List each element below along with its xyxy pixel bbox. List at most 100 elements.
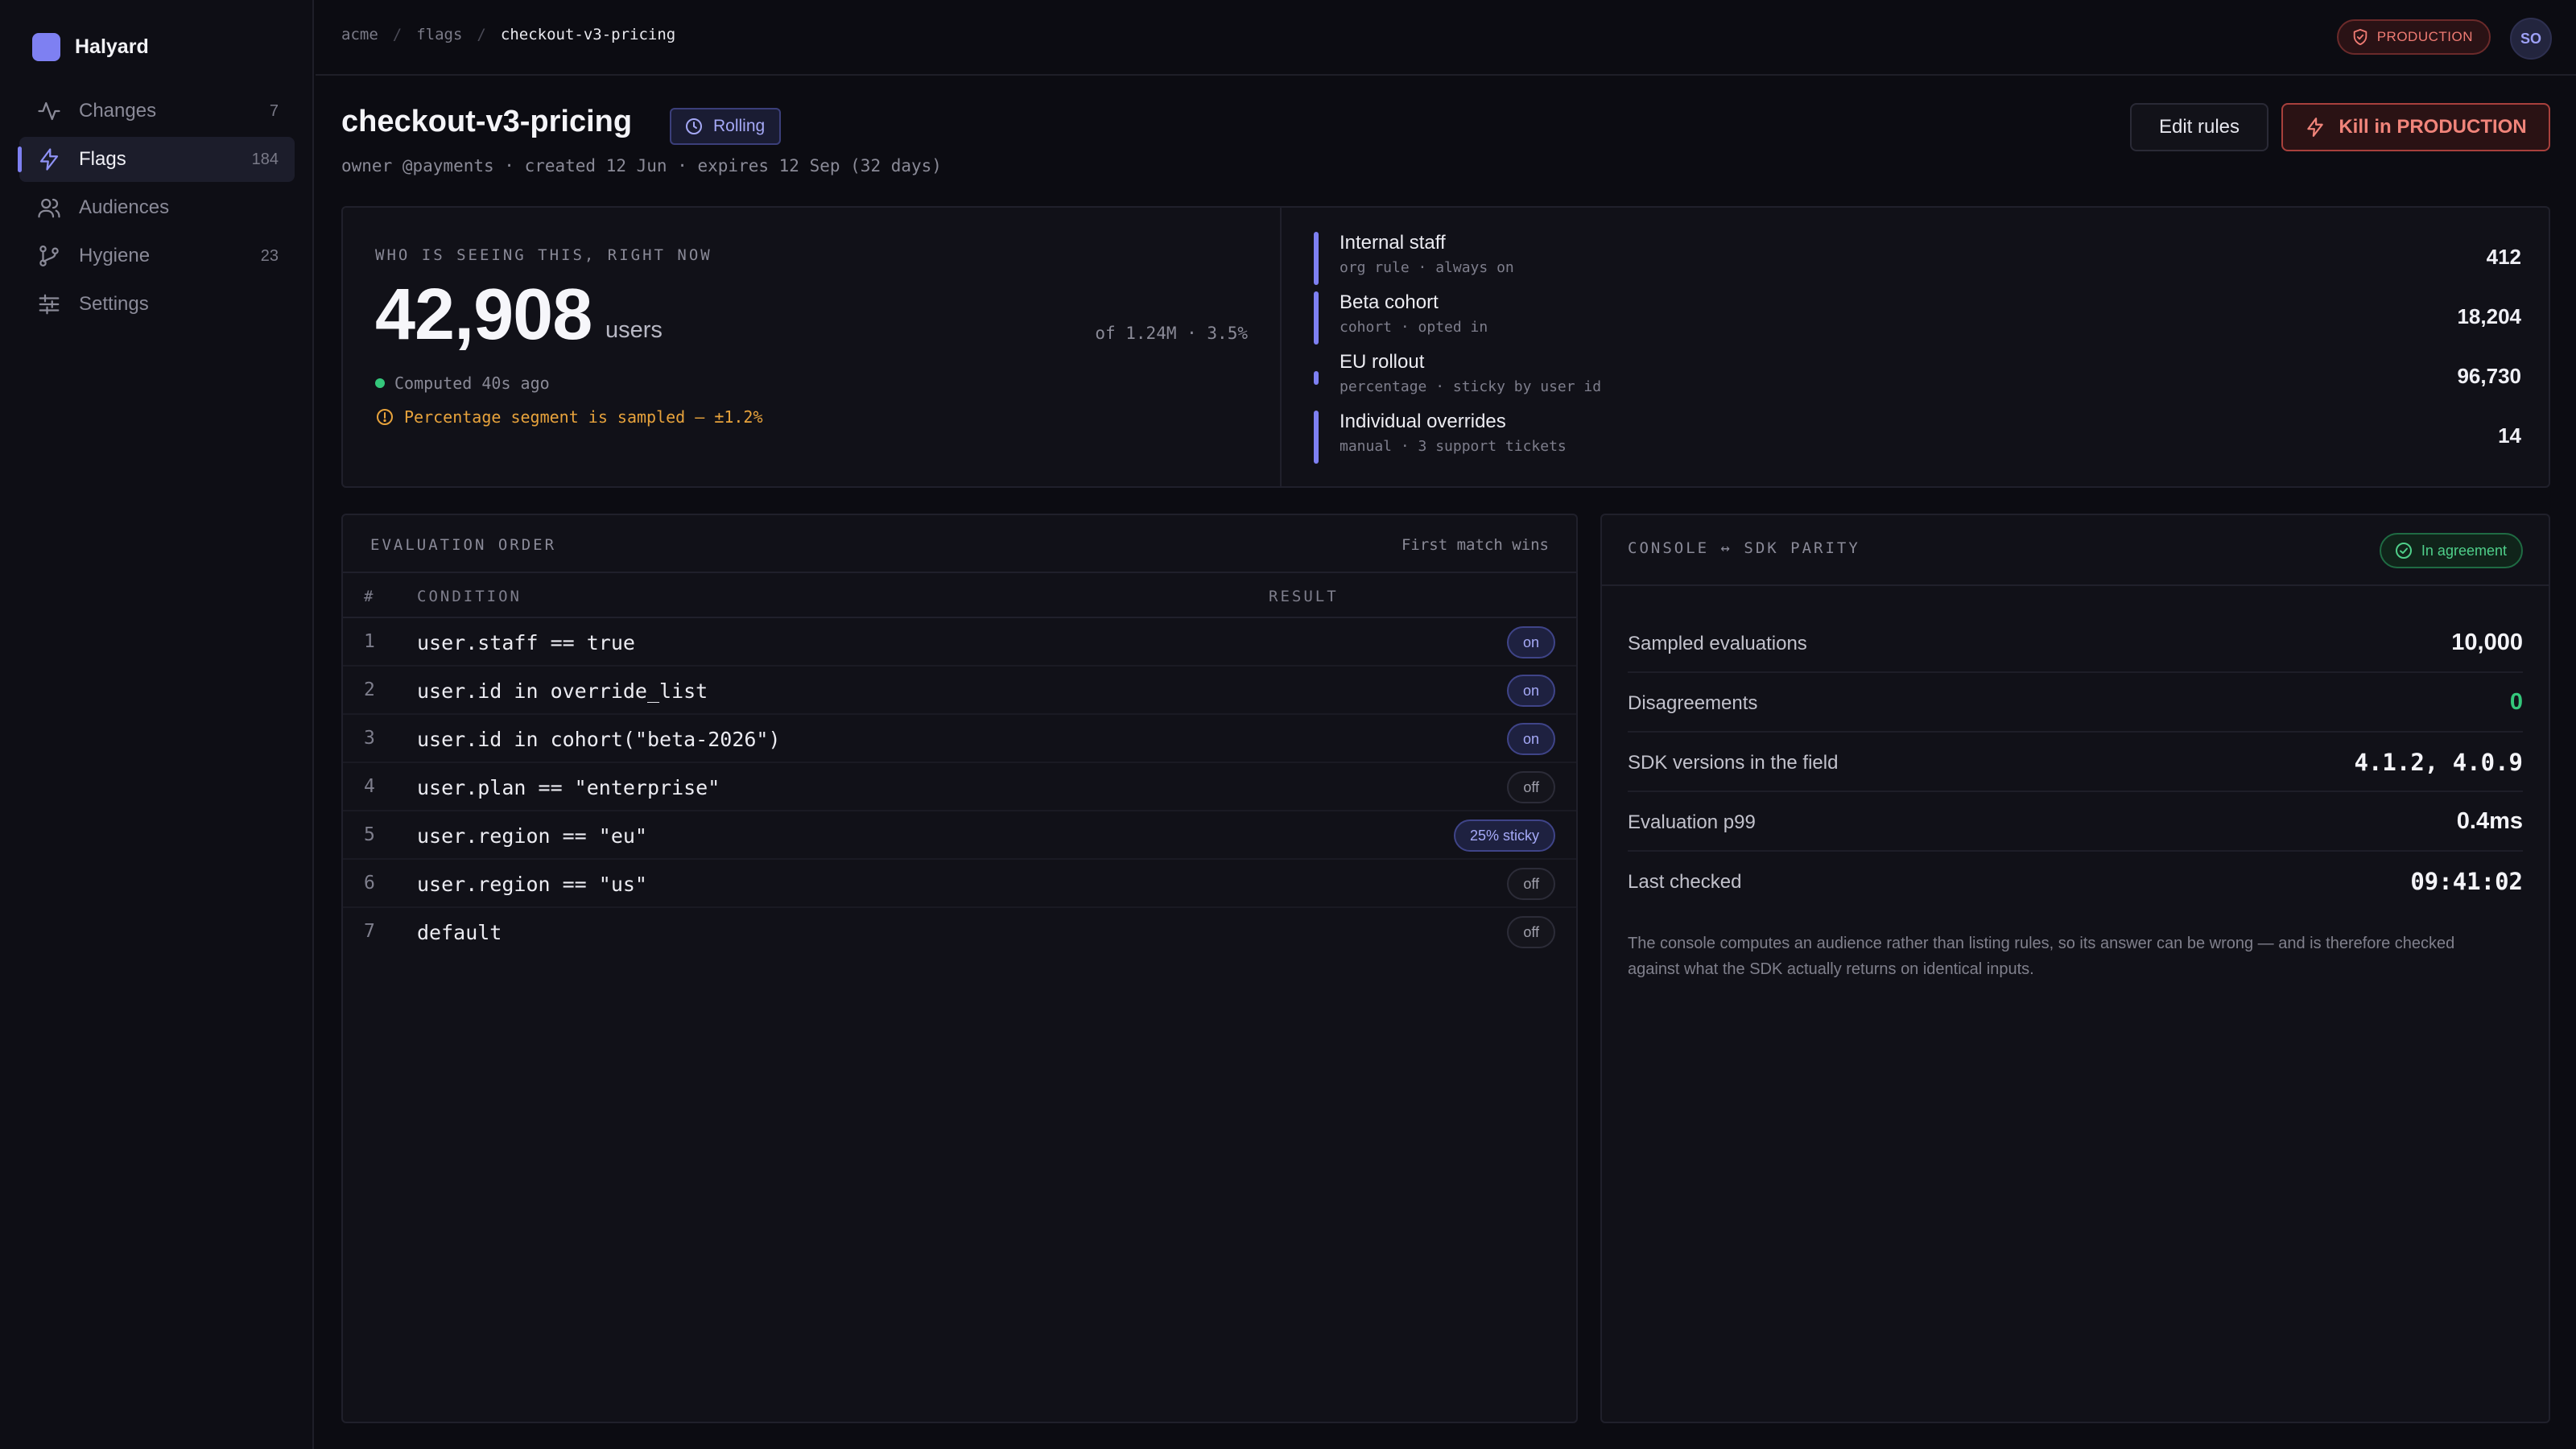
column-header-condition: CONDITION — [417, 588, 522, 605]
stat-row: SDK versions in the field 4.1.2, 4.0.9 — [1628, 733, 2523, 792]
result-pill: off — [1507, 771, 1555, 803]
sidebar-item-count: 184 — [251, 150, 279, 168]
audience-summary: WHO IS SEEING THIS, RIGHT NOW 42,908 use… — [343, 208, 1282, 486]
rule-condition: user.plan == "enterprise" — [417, 776, 720, 799]
audience-of-total: of 1.24M · 3.5% — [1095, 324, 1248, 343]
live-dot-icon — [375, 378, 385, 388]
breadcrumb-separator: / — [392, 26, 402, 43]
segment-bar — [1314, 232, 1319, 285]
result-pill: 25% sticky — [1453, 819, 1555, 852]
brand-name: Halyard — [75, 35, 149, 58]
breadcrumb-item-flags[interactable]: flags — [416, 26, 462, 43]
parity-status-label: In agreement — [2421, 542, 2507, 559]
sidebar-item-label: Flags — [79, 148, 126, 170]
brand[interactable]: Halyard — [32, 32, 149, 61]
rule-condition: user.id in override_list — [417, 679, 708, 703]
evaluation-note: First match wins — [1401, 536, 1549, 554]
audience-count: 42,908 — [375, 275, 592, 355]
stat-value: 10,000 — [2451, 630, 2523, 655]
lightning-icon — [2307, 118, 2324, 137]
table-row[interactable]: 3 user.id in cohort("beta-2026") on — [343, 715, 1576, 763]
result-pill: on — [1506, 626, 1555, 658]
rule-condition: user.staff == true — [417, 631, 635, 654]
audience-card: WHO IS SEEING THIS, RIGHT NOW 42,908 use… — [341, 206, 2550, 488]
segment-bar — [1314, 371, 1319, 385]
column-header-result: RESULT — [1269, 588, 1339, 605]
table-row[interactable]: 7 default off — [343, 908, 1576, 956]
stat-label: Disagreements — [1628, 692, 1758, 714]
sidebar-item-flags[interactable]: Flags 184 — [18, 137, 295, 182]
stat-label: SDK versions in the field — [1628, 752, 1839, 774]
segment-row[interactable]: Beta cohort cohort · opted in 18,204 — [1314, 288, 2521, 348]
evaluation-header: EVALUATION ORDER First match wins — [343, 515, 1576, 573]
breadcrumb-separator: / — [477, 26, 486, 43]
table-row[interactable]: 4 user.plan == "enterprise" off — [343, 763, 1576, 811]
table-row[interactable]: 1 user.staff == true on — [343, 618, 1576, 667]
shield-icon — [2353, 28, 2367, 46]
sidebar-item-changes[interactable]: Changes 7 — [19, 89, 295, 134]
sidebar-item-audiences[interactable]: Audiences — [19, 185, 295, 230]
sidebar-item-label: Settings — [79, 293, 149, 315]
users-icon — [35, 194, 63, 221]
column-header-number: # — [364, 588, 376, 605]
status-badge: Rolling — [670, 108, 782, 145]
sidebar-nav: Changes 7 Flags 184 Audiences Hygiene 23 — [18, 89, 295, 330]
segment-detail: cohort · opted in — [1340, 319, 1488, 336]
result-pill: off — [1507, 916, 1555, 948]
avatar[interactable]: SO — [2510, 18, 2552, 60]
parity-kicker: CONSOLE ↔ SDK PARITY — [1628, 539, 1860, 557]
sampling-warning: Percentage segment is sampled — ±1.2% — [375, 407, 763, 427]
breadcrumb: acme / flags / checkout-v3-pricing — [341, 26, 675, 43]
sidebar-item-label: Changes — [79, 100, 157, 122]
table-row[interactable]: 6 user.region == "us" off — [343, 860, 1576, 908]
segment-row[interactable]: Internal staff org rule · always on 412 — [1314, 229, 2521, 288]
stat-value: 09:41:02 — [2410, 868, 2523, 895]
kill-switch-button[interactable]: Kill in PRODUCTION — [2281, 103, 2550, 151]
activity-icon — [35, 97, 63, 125]
rule-number: 2 — [364, 679, 375, 700]
parity-stats: Sampled evaluations 10,000 Disagreements… — [1628, 613, 2523, 911]
breadcrumb-item-current: checkout-v3-pricing — [500, 26, 676, 43]
stat-row: Evaluation p99 0.4ms — [1628, 792, 2523, 852]
segment-bar — [1314, 411, 1319, 464]
audience-kicker: WHO IS SEEING THIS, RIGHT NOW — [375, 246, 712, 264]
stat-value: 4.1.2, 4.0.9 — [2354, 749, 2523, 776]
segment-bar — [1314, 291, 1319, 345]
rule-condition: user.region == "us" — [417, 873, 647, 896]
sidebar-item-hygiene[interactable]: Hygiene 23 — [19, 233, 295, 279]
table-row[interactable]: 5 user.region == "eu" 25% sticky — [343, 811, 1576, 860]
computed-status: Computed 40s ago — [375, 374, 550, 393]
segment-row[interactable]: Individual overrides manual · 3 support … — [1314, 407, 2521, 467]
computed-label: Computed 40s ago — [394, 374, 550, 393]
rule-number: 7 — [364, 921, 375, 942]
segment-detail: manual · 3 support tickets — [1340, 438, 1567, 455]
parity-header: CONSOLE ↔ SDK PARITY In agreement — [1602, 515, 2549, 586]
check-circle-icon — [2395, 543, 2412, 559]
environment-badge[interactable]: PRODUCTION — [2336, 19, 2491, 55]
segment-name: Internal staff — [1340, 232, 1446, 254]
sidebar-item-settings[interactable]: Settings — [19, 282, 295, 327]
stat-row: Sampled evaluations 10,000 — [1628, 613, 2523, 673]
segment-list: Internal staff org rule · always on 412 … — [1314, 229, 2521, 467]
edit-rules-button[interactable]: Edit rules — [2130, 103, 2268, 151]
table-header: # CONDITION RESULT — [343, 573, 1576, 618]
rule-number: 5 — [364, 824, 375, 845]
table-row[interactable]: 2 user.id in override_list on — [343, 667, 1576, 715]
sidebar-item-label: Audiences — [79, 196, 170, 218]
lightning-icon — [35, 146, 63, 173]
rule-number: 3 — [364, 728, 375, 749]
parity-status-badge: In agreement — [2379, 533, 2523, 568]
parity-card: CONSOLE ↔ SDK PARITY In agreement Sample… — [1600, 514, 2550, 1423]
brand-logo — [32, 32, 60, 61]
breadcrumb-item-acme[interactable]: acme — [341, 26, 378, 43]
sliders-icon — [35, 291, 63, 318]
stat-value: 0.4ms — [2456, 808, 2523, 834]
segment-row[interactable]: EU rollout percentage · sticky by user i… — [1314, 348, 2521, 407]
result-pill: on — [1506, 723, 1555, 755]
result-pill: off — [1507, 868, 1555, 900]
segment-value: 412 — [2486, 245, 2521, 269]
sidebar-item-count: 23 — [260, 246, 279, 265]
stat-row: Last checked 09:41:02 — [1628, 852, 2523, 911]
stat-value: 0 — [2509, 689, 2523, 715]
evaluation-order-card: EVALUATION ORDER First match wins # COND… — [341, 514, 1578, 1423]
